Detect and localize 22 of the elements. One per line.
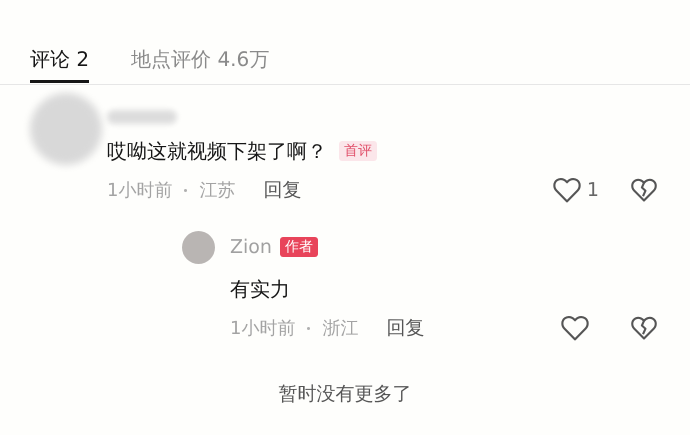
timestamp: 1小时前 <box>230 317 296 340</box>
reply-button[interactable]: 回复 <box>263 177 302 203</box>
dislike-button[interactable] <box>631 178 657 202</box>
heart-icon <box>561 315 589 341</box>
like-button[interactable]: 1 <box>552 177 599 203</box>
comment-text: 哎呦这就视频下架了啊？ <box>107 139 327 163</box>
author-badge: 作者 <box>280 237 318 257</box>
separator-dot <box>184 188 188 192</box>
broken-heart-icon <box>631 178 657 202</box>
location: 江苏 <box>199 179 236 202</box>
timestamp: 1小时前 <box>107 179 172 202</box>
no-more-text: 暂时没有更多了 <box>278 383 412 405</box>
like-button[interactable] <box>561 315 589 341</box>
dislike-button[interactable] <box>631 316 657 340</box>
comment-text: 有实力 <box>230 277 290 301</box>
first-comment-badge: 首评 <box>339 141 377 161</box>
heart-icon <box>552 177 581 203</box>
tab[interactable]: 评论 2 <box>30 30 90 83</box>
location: 浙江 <box>322 317 358 340</box>
reply-button[interactable]: 回复 <box>386 315 424 341</box>
separator-dot <box>307 326 310 330</box>
broken-heart-icon <box>631 316 657 340</box>
